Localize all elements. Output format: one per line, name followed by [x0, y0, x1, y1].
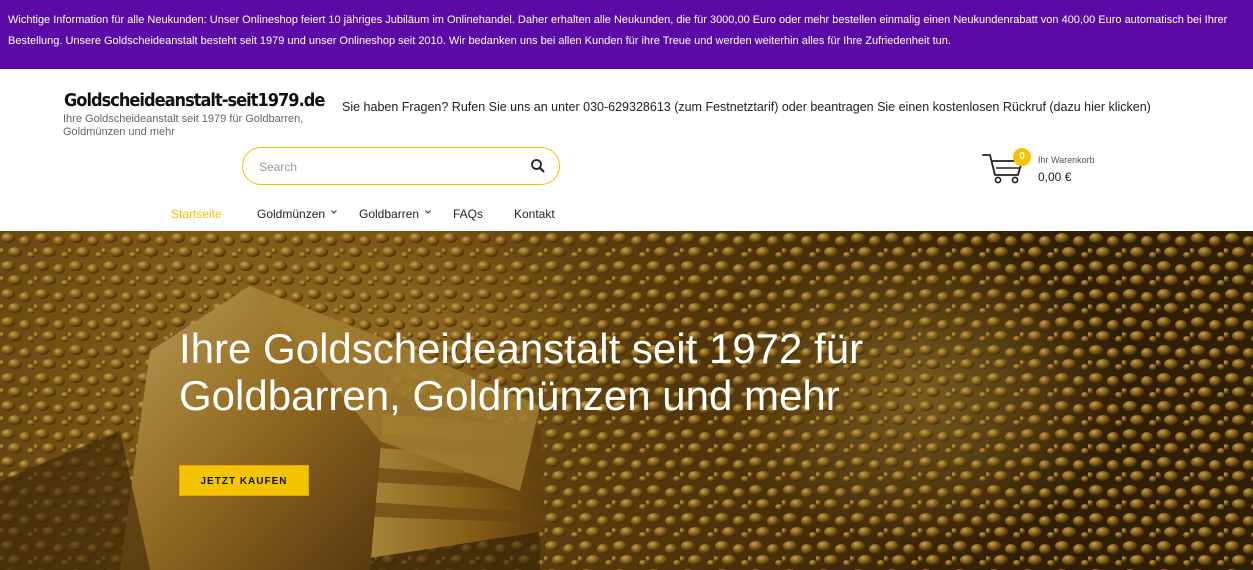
chevron-down-icon: [331, 210, 337, 214]
announcement-bar: Wichtige Information für alle Neukunden:…: [0, 0, 1253, 69]
nav-item-faqs[interactable]: FAQs: [453, 207, 483, 221]
cart-widget[interactable]: 0 Ihr Warenkorb 0,00 €: [982, 148, 1112, 189]
callback-info[interactable]: Sie haben Fragen? Rufen Sie uns an unter…: [342, 100, 1151, 114]
nav-item-goldbarren[interactable]: Goldbarren: [359, 207, 432, 221]
cart-label: Ihr Warenkorb: [1038, 155, 1095, 165]
logo-title[interactable]: Goldscheideanstalt-seit1979.de: [64, 90, 325, 111]
hero-title: Ihre Goldscheideanstalt seit 1972 für Go…: [179, 325, 864, 419]
main-navigation: Startseite Goldmünzen Goldbarren FAQs Ko…: [0, 202, 1253, 228]
search-input[interactable]: [257, 157, 511, 177]
announcement-text: Wichtige Information für alle Neukunden:…: [8, 14, 1228, 47]
nav-item-goldmuenzen[interactable]: Goldmünzen: [257, 207, 338, 221]
chevron-down-icon: [425, 210, 431, 214]
nav-item-startseite[interactable]: Startseite: [171, 207, 222, 221]
nav-item-kontakt[interactable]: Kontakt: [514, 207, 555, 221]
magnifier-icon: [531, 159, 545, 173]
search-box: [242, 147, 560, 185]
search-button[interactable]: [529, 157, 547, 175]
nav-item-label: Goldmünzen: [257, 207, 326, 221]
hero-banner: Ihre Goldscheideanstalt seit 1972 für Go…: [0, 231, 1253, 570]
site-header: Goldscheideanstalt-seit1979.de Ihre Gold…: [0, 69, 1253, 231]
cart-total: 0,00 €: [1038, 170, 1072, 184]
buy-now-button[interactable]: JETZT KAUFEN: [179, 465, 309, 496]
nav-item-label: Goldbarren: [359, 207, 420, 221]
logo-subtitle: Ihre Goldscheideanstalt seit 1979 für Go…: [63, 113, 304, 138]
cart-count-badge: 0: [1013, 148, 1031, 166]
